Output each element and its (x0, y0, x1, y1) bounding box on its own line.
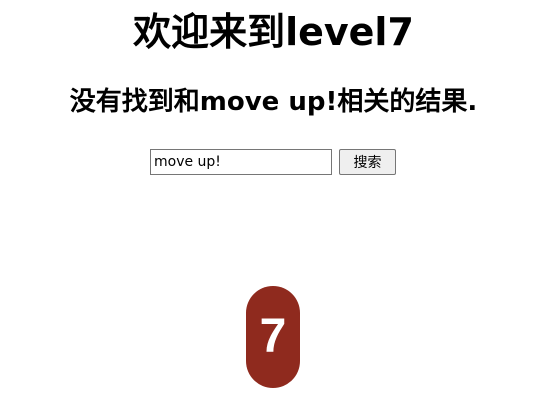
badge-number: 7 (260, 310, 287, 363)
search-button[interactable]: 搜索 (339, 149, 396, 175)
search-form: 搜索 (150, 149, 396, 175)
page-title: 欢迎来到level7 (133, 10, 414, 54)
level-7-badge-icon: 7 (246, 286, 300, 388)
search-result-message: 没有找到和move up!相关的结果. (69, 87, 478, 117)
search-input[interactable] (150, 149, 332, 175)
